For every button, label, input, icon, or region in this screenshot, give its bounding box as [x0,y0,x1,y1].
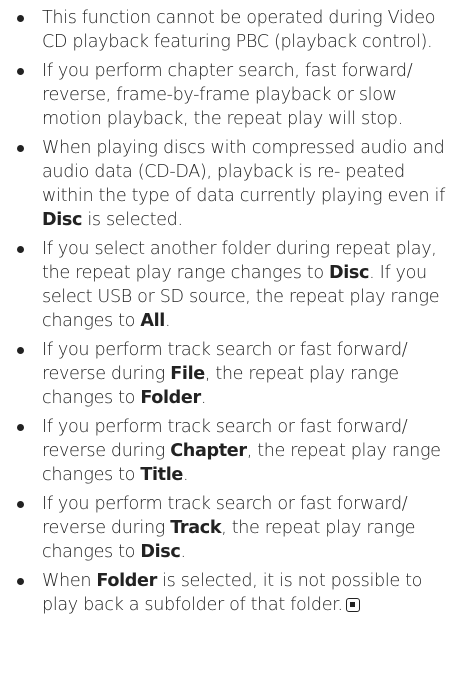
note-text: . [200,388,207,408]
document-page: This function cannot be operated during … [0,0,459,698]
note-text: If you perform chapter search, fast forw… [42,61,413,129]
bold-term: All [140,311,165,331]
bullet-icon [17,347,24,354]
bold-term: Folder [96,571,157,591]
end-of-section-icon [345,598,360,612]
bullet-icon [17,578,24,585]
notes-list: This function cannot be operated during … [17,6,455,617]
bold-term: File [170,364,205,384]
note-text: This function cannot be operated during … [42,8,436,52]
note-item: If you perform chapter search, fast forw… [17,59,455,131]
bold-term: Title [140,465,183,485]
note-item: When Folder is selected, it is not possi… [17,569,455,617]
note-item: If you perform track search or fast forw… [17,415,455,487]
bullet-icon [17,501,24,508]
note-item: If you select another folder during repe… [17,237,455,333]
bold-term: Folder [140,388,201,408]
note-text: . [180,542,186,562]
note-item: When playing discs with compressed audio… [17,136,455,232]
note-text: is selected. [82,210,183,230]
bold-term: Disc [140,542,181,562]
bold-term: Track [170,518,222,538]
note-text: When playing discs with compressed audio… [42,138,445,206]
bullet-icon [17,246,24,253]
bold-term: Disc [42,210,83,230]
bold-term: Disc [329,263,370,283]
note-item: If you perform track search or fast forw… [17,338,455,410]
bullet-icon [17,68,24,75]
note-text: . [164,311,171,331]
bullet-icon [17,424,24,431]
bold-term: Chapter [170,441,247,461]
note-item: If you perform track search or fast forw… [17,492,455,564]
note-item: This function cannot be operated during … [17,6,455,54]
bullet-icon [17,15,24,22]
bullet-icon [17,145,24,152]
note-text: . [182,465,189,485]
note-text: When [42,571,97,591]
